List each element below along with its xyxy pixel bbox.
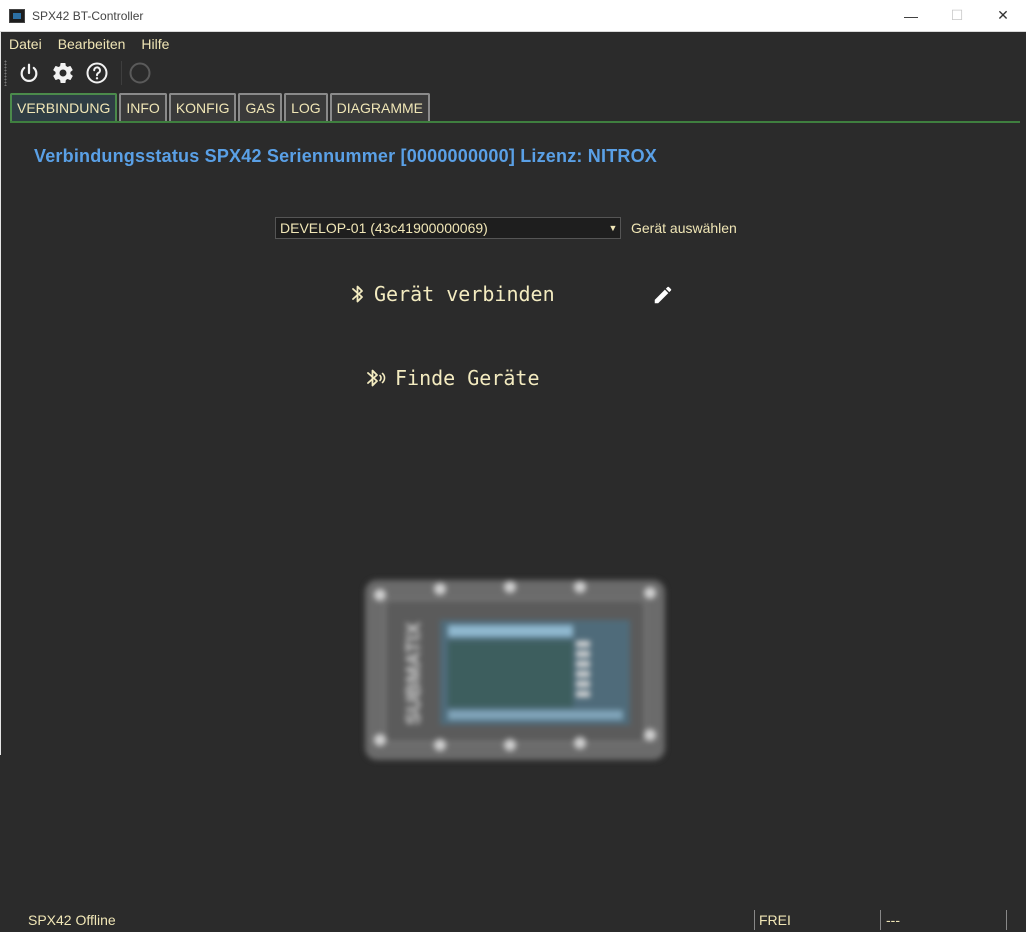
tab-konfig[interactable]: KONFIG <box>168 93 237 121</box>
close-button[interactable]: ✕ <box>980 0 1026 31</box>
gear-icon <box>53 63 73 84</box>
find-devices-label: Finde Geräte <box>395 366 540 390</box>
status-indicator <box>128 61 152 85</box>
status-connection: SPX42 Offline <box>28 912 116 928</box>
connection-status-heading: Verbindungsstatus SPX42 Seriennummer [00… <box>34 146 658 166</box>
help-button[interactable] <box>85 61 109 85</box>
bluetooth-searching-icon <box>365 365 389 391</box>
tab-info[interactable]: INFO <box>119 93 167 121</box>
bluetooth-icon <box>348 281 368 307</box>
window-controls: — ☐ ✕ <box>888 0 1026 31</box>
status-circle-icon <box>129 62 151 84</box>
menu-datei[interactable]: Datei <box>0 36 50 52</box>
window-title: SPX42 BT-Controller <box>32 8 144 23</box>
toolbar-grip[interactable] <box>4 60 7 86</box>
menu-bearbeiten[interactable]: Bearbeiten <box>50 36 134 52</box>
tab-bar: VERBINDUNG INFO KONFIG GAS LOG DIAGRAMME <box>10 93 430 121</box>
tab-verbindung[interactable]: VERBINDUNG <box>10 93 118 121</box>
title-bar: SPX42 BT-Controller — ☐ ✕ <box>0 0 1026 32</box>
status-separator <box>1006 910 1007 930</box>
device-select-label: Gerät auswählen <box>631 220 737 236</box>
menu-hilfe[interactable]: Hilfe <box>133 36 177 52</box>
toolbar-separator <box>121 61 122 85</box>
maximize-button[interactable]: ☐ <box>934 0 980 31</box>
status-separator <box>754 910 755 930</box>
tab-log[interactable]: LOG <box>284 93 328 121</box>
minimize-button[interactable]: — <box>888 0 934 31</box>
tab-diagramme[interactable]: DIAGRAMME <box>329 93 430 121</box>
edit-pencil-icon[interactable] <box>652 284 674 306</box>
tab-gas[interactable]: GAS <box>238 93 283 121</box>
find-devices-button[interactable]: Finde Geräte <box>365 365 540 391</box>
power-button[interactable] <box>17 61 41 85</box>
chevron-down-icon: ▼ <box>608 223 618 233</box>
connect-button[interactable]: Gerät verbinden <box>348 281 555 307</box>
device-select[interactable]: DEVELOP-01 (43c41900000069) ▼ <box>275 217 621 239</box>
settings-button[interactable] <box>51 61 75 85</box>
window-left-edge <box>0 31 1 755</box>
status-separator <box>880 910 881 930</box>
menu-bar: Datei Bearbeiten Hilfe <box>0 32 1026 56</box>
device-select-value: DEVELOP-01 (43c41900000069) <box>280 220 488 236</box>
help-icon <box>86 62 108 84</box>
toolbar <box>0 57 1026 89</box>
status-free: FREI <box>759 912 791 928</box>
app-icon <box>9 8 25 23</box>
device-brand-text: SUBMATIX <box>403 621 425 725</box>
device-image: SUBMATIX <box>360 575 670 770</box>
status-extra: --- <box>886 912 900 928</box>
power-icon <box>20 63 38 82</box>
tab-underline <box>10 121 1020 123</box>
status-bar: SPX42 Offline FREI --- <box>0 908 1026 932</box>
connect-label: Gerät verbinden <box>374 282 555 306</box>
